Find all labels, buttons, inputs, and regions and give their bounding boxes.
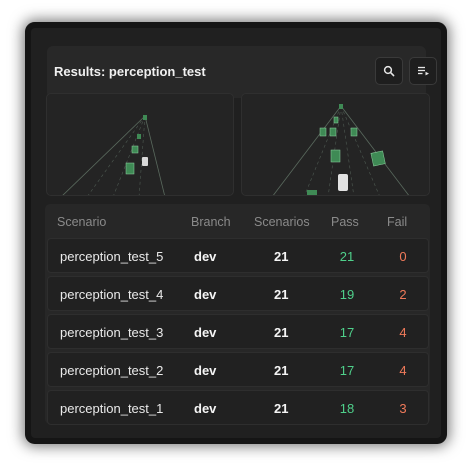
vehicle-marker <box>350 127 358 137</box>
vehicle-marker <box>137 134 141 139</box>
highway-scene-right <box>273 104 409 195</box>
results-header: Results: perception_test <box>47 46 437 98</box>
fail-count: 0 <box>399 249 407 264</box>
scenario-name: perception_test_3 <box>60 325 164 340</box>
branch-value: dev <box>194 287 217 302</box>
table-row[interactable]: perception_test_2 dev 21 17 4 <box>47 352 429 387</box>
scenario-count: 21 <box>274 249 289 264</box>
column-header-fail[interactable]: Fail <box>387 215 407 229</box>
fail-count: 4 <box>399 325 407 340</box>
pass-count: 18 <box>339 401 355 416</box>
column-header-pass[interactable]: Pass <box>331 215 359 229</box>
vehicle-marker <box>143 115 147 120</box>
ego-vehicle <box>338 174 348 191</box>
vehicle-marker <box>125 162 135 175</box>
branch-value: dev <box>194 363 217 378</box>
column-header-scenarios[interactable]: Scenarios <box>254 215 310 229</box>
branch-value: dev <box>194 249 217 264</box>
scenario-name: perception_test_5 <box>60 249 164 264</box>
scenario-name: perception_test_2 <box>60 363 164 378</box>
results-panel: Results: perception_test Scenario Branch… <box>31 28 441 438</box>
scenario-count: 21 <box>274 363 289 378</box>
fail-count: 3 <box>399 401 407 416</box>
highway-scene-left <box>62 115 165 195</box>
search-icon <box>383 65 395 77</box>
playlist-sort-icon <box>417 66 429 76</box>
scenario-name: perception_test_1 <box>60 401 164 416</box>
vehicle-marker <box>319 127 327 137</box>
vehicle-marker <box>339 104 343 109</box>
table-row[interactable]: perception_test_5 dev 21 21 0 <box>47 238 429 273</box>
page-title: Results: perception_test <box>54 64 206 79</box>
scenario-count: 21 <box>274 287 289 302</box>
column-header-scenario[interactable]: Scenario <box>57 215 106 229</box>
simulation-preview-right[interactable] <box>241 93 430 196</box>
vehicle-marker <box>131 145 139 154</box>
branch-value: dev <box>194 401 217 416</box>
vehicle-marker <box>333 116 339 124</box>
results-table: Scenario Branch Scenarios Pass Fail perc… <box>45 204 430 425</box>
column-header-branch[interactable]: Branch <box>191 215 231 229</box>
branch-value: dev <box>194 325 217 340</box>
pass-count: 17 <box>339 325 355 340</box>
vehicle-marker <box>329 127 337 137</box>
simulation-preview-left[interactable] <box>46 93 234 196</box>
vehicle-marker <box>330 149 341 163</box>
fail-count: 4 <box>399 363 407 378</box>
scenario-count: 21 <box>274 325 289 340</box>
ego-vehicle <box>142 157 148 166</box>
vehicle-marker <box>307 190 317 195</box>
vehicle-marker <box>370 150 386 167</box>
pass-count: 19 <box>339 287 355 302</box>
table-row[interactable]: perception_test_4 dev 21 19 2 <box>47 276 429 311</box>
search-button[interactable] <box>375 57 403 85</box>
scenario-count: 21 <box>274 401 289 416</box>
table-row[interactable]: perception_test_1 dev 21 18 3 <box>47 390 429 425</box>
fail-count: 2 <box>399 287 407 302</box>
sort-button[interactable] <box>409 57 437 85</box>
table-row[interactable]: perception_test_3 dev 21 17 4 <box>47 314 429 349</box>
pass-count: 21 <box>339 249 355 264</box>
scenario-name: perception_test_4 <box>60 287 164 302</box>
table-header: Scenario Branch Scenarios Pass Fail <box>45 204 430 238</box>
pass-count: 17 <box>339 363 355 378</box>
